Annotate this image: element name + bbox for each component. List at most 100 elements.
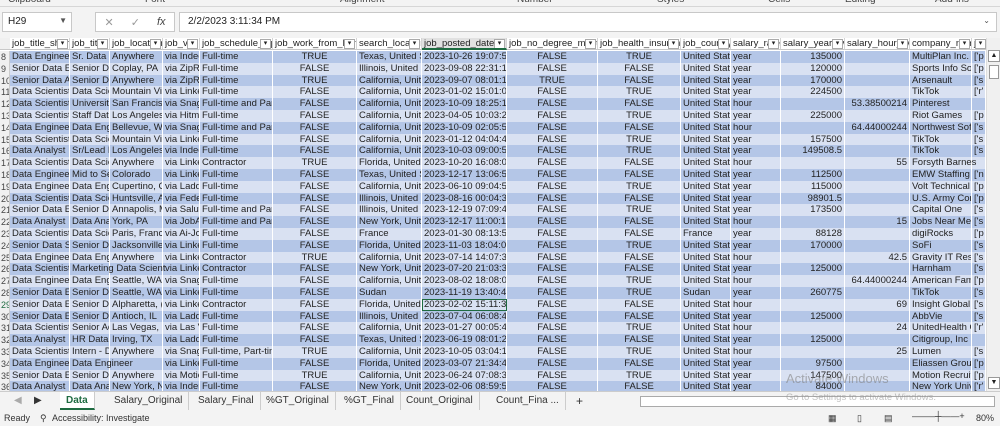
cell-job-schedule-type[interactable]: Full-time [200,381,273,391]
cell-job-location[interactable]: Anywhere [110,369,163,382]
cell-search-location[interactable]: California, Unit [357,180,422,193]
cell-job-location[interactable]: Mountain Vi [110,86,163,99]
cell-search-location[interactable]: Sudan [357,287,422,299]
cell-job-location[interactable]: Colorado [110,169,163,181]
cell-company-name[interactable]: American Famil [910,275,972,288]
row-number[interactable]: 24 [0,239,10,252]
cell-salary-rate[interactable]: hour [731,216,781,229]
cell-salary-rate[interactable]: year [731,357,781,370]
cell-salary-rate[interactable]: year [731,145,781,158]
cell-salary-year-avg[interactable] [781,98,845,111]
sheet-tab[interactable]: Salary_Final [192,392,261,410]
cell-job-schedule-type[interactable]: Full-time [200,310,273,323]
row-number[interactable]: 8 [0,51,10,63]
cell-job-via[interactable]: via Linke [163,357,200,370]
cell-job-health-insurance[interactable]: FALSE [598,310,681,323]
cell-job-location[interactable]: Irving, TX [110,334,163,347]
cell-job-title-short[interactable]: Senior Data En [10,62,70,75]
cell-job-title-short[interactable]: Data Scientist [10,133,70,146]
cell-job-posted-date[interactable]: 2023-10-03 09:00:56 [422,145,507,158]
cell-job-title[interactable]: Data Scie [70,133,110,146]
cell-job-work-from-home[interactable]: FALSE [273,169,357,181]
cell-company-name[interactable]: UnitedHealth G [910,322,972,335]
cell-job-skills[interactable]: ['s [972,216,986,229]
cell-salary-year-avg[interactable] [781,275,845,288]
accessibility-icon[interactable]: ⚲ [40,413,47,424]
cell-job-via[interactable]: via JobAf [163,216,200,229]
cell-job-country[interactable]: United State [681,204,731,217]
cell-job-no-degree-mention[interactable]: FALSE [507,275,598,288]
cell-salary-hour-avg[interactable] [845,310,910,323]
cell-job-title-short[interactable]: Senior Data En [10,310,70,323]
row-number[interactable]: 27 [0,275,10,288]
cell-job-schedule-type[interactable]: Full-time [200,74,273,87]
filter-dropdown-icon[interactable]: ▾ [187,39,198,49]
cell-job-location[interactable]: Anywhere [110,74,163,87]
cell-job-country[interactable]: United State [681,74,731,87]
cell-search-location[interactable]: California, Unit [357,98,422,111]
cell-job-work-from-home[interactable]: FALSE [273,204,357,217]
cell-job-title[interactable]: HR Data I [70,334,110,347]
cell-salary-hour-avg[interactable] [845,86,910,99]
cell-job-title-short[interactable]: Data Scientist [10,110,70,122]
cell-job-title[interactable]: Data Engi [70,275,110,288]
cell-salary-year-avg[interactable] [781,298,845,311]
expand-formula-bar-icon[interactable]: ⌄ [983,16,990,25]
cell-job-no-degree-mention[interactable]: FALSE [507,298,598,311]
cell-job-schedule-type[interactable]: Contractor [200,251,273,264]
cell-search-location[interactable]: New York, Unite [357,216,422,229]
column-header[interactable]: job_title_short ▾ [10,38,70,50]
row-number[interactable]: 35 [0,369,10,382]
cell-salary-hour-avg[interactable] [845,192,910,205]
cell-job-location[interactable]: Seattle, WA [110,275,163,288]
cell-job-schedule-type[interactable]: Full-time [200,51,273,63]
cell-job-country[interactable]: United State [681,169,731,181]
cell-job-title[interactable]: Data Scie [70,86,110,99]
cell-job-via[interactable]: via Inder [163,381,200,391]
cell-search-location[interactable]: Florida, United [357,157,422,170]
cell-salary-year-avg[interactable]: 97500 [781,357,845,370]
cell-salary-year-avg[interactable] [781,157,845,170]
cell-job-work-from-home[interactable]: TRUE [273,251,357,264]
cell-job-title-short[interactable]: Data Scientist [10,346,70,358]
cell-salary-year-avg[interactable] [781,346,845,358]
cell-job-work-from-home[interactable]: FALSE [273,228,357,240]
cell-job-location[interactable]: York, PA [110,216,163,229]
row-number[interactable]: 23 [0,228,10,240]
cell-job-via[interactable]: via Snag [163,121,200,134]
row-number[interactable]: 32 [0,334,10,347]
cell-job-posted-date[interactable]: 2023-08-02 18:08:08 [422,275,507,288]
cell-job-work-from-home[interactable]: FALSE [273,381,357,391]
cell-job-work-from-home[interactable]: FALSE [273,133,357,146]
cell-job-country[interactable]: United State [681,275,731,288]
cell-job-title[interactable]: Sr. Data E [70,51,110,63]
cell-salary-rate[interactable]: hour [731,157,781,170]
cell-job-skills[interactable]: ['p [972,357,986,370]
cell-job-country[interactable]: United State [681,239,731,252]
cell-job-location[interactable]: Seattle, WA [110,287,163,299]
cell-job-title-short[interactable]: Data Scientist [10,98,70,111]
cell-salary-hour-avg[interactable] [845,287,910,299]
cancel-icon[interactable]: ✕ [105,16,114,29]
cell-job-title-short[interactable]: Data Engineer [10,275,70,288]
cell-job-via[interactable]: via ZipRe [163,62,200,75]
cell-job-skills[interactable]: ['s [972,298,986,311]
cell-job-title[interactable]: Mid to Se [70,169,110,181]
cell-search-location[interactable]: Illinois, United [357,192,422,205]
enter-icon[interactable]: ✓ [131,16,140,29]
cell-salary-hour-avg[interactable] [845,357,910,370]
cell-salary-rate[interactable]: hour [731,98,781,111]
cell-job-schedule-type[interactable]: Full-time, Part-tim [200,346,273,358]
cell-salary-rate[interactable]: year [731,310,781,323]
cell-salary-year-avg[interactable]: 224500 [781,86,845,99]
cell-job-title-short[interactable]: Data Analyst [10,381,70,391]
cell-job-health-insurance[interactable]: FALSE [598,298,681,311]
cell-job-skills[interactable]: ['p [972,228,986,240]
cell-job-no-degree-mention[interactable]: FALSE [507,180,598,193]
cell-salary-hour-avg[interactable]: 55 [845,157,910,170]
cell-job-via[interactable]: via Las V [163,322,200,335]
cell-company-name[interactable]: New York Unive [910,381,972,391]
cell-job-no-degree-mention[interactable]: FALSE [507,334,598,347]
cell-job-country[interactable]: United State [681,51,731,63]
cell-salary-rate[interactable]: year [731,369,781,382]
